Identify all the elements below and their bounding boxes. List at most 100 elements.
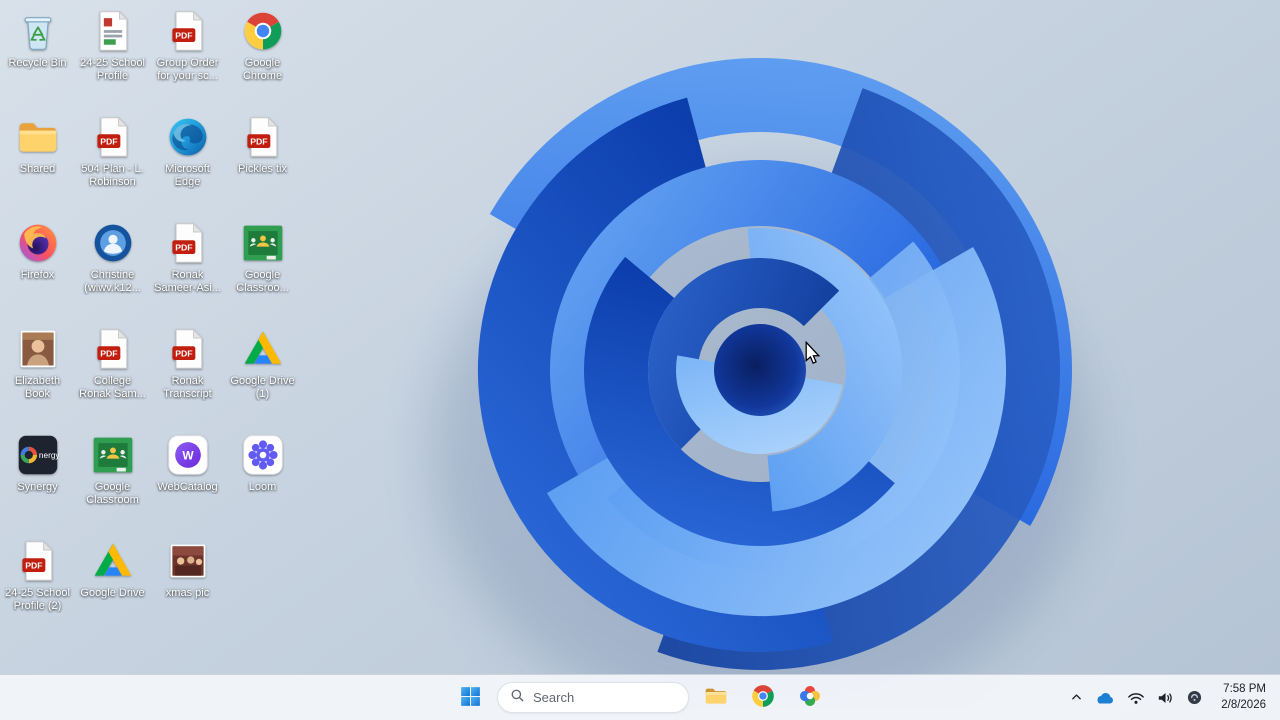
document-preview-icon: [90, 8, 136, 54]
tray-icons-container: [1065, 685, 1207, 710]
chrome-profile-icon: [90, 220, 136, 266]
desktop-icon-label: Elizabeth Book: [14, 375, 61, 401]
folder-icon: [15, 114, 61, 160]
desktop-icon-microsoft-edge[interactable]: Microsoft Edge: [150, 112, 225, 218]
desktop-icon-label: 504 Plan - L. Robinson: [81, 163, 144, 189]
desktop-icon-label: Google Drive (1): [230, 375, 295, 401]
desktop-icon-label: 24-25 School Profile: [80, 57, 145, 83]
pdf-icon: PDF: [240, 114, 286, 160]
desktop-icon-webcatalog[interactable]: W WebCatalog: [150, 430, 225, 536]
google-classroom-icon: [240, 220, 286, 266]
desktop-icon-pickles-tix[interactable]: PDF Pickles tix: [225, 112, 300, 218]
search-icon: [510, 688, 525, 708]
mouse-cursor: [804, 340, 821, 370]
clock-time: 7:58 PM: [1223, 682, 1266, 695]
desktop-icon-google-chrome[interactable]: Google Chrome: [225, 6, 300, 112]
volume-icon[interactable]: [1152, 686, 1180, 710]
desktop-icon-label: Loom: [248, 481, 277, 493]
svg-text:W: W: [182, 449, 194, 463]
photos-taskbar-button[interactable]: [790, 678, 830, 718]
desktop-icon-google-drive-1[interactable]: Google Drive (1): [225, 324, 300, 430]
app-indicator-icon[interactable]: [1182, 685, 1207, 710]
desktop-icon-google-classroo[interactable]: Google Classroo...: [225, 218, 300, 324]
pdf-icon: PDF: [165, 8, 211, 54]
desktop-icon-label: Synergy: [17, 481, 58, 493]
taskbar: 7:58 PM 2/8/2026: [0, 674, 1280, 720]
taskbar-clock[interactable]: 7:58 PM 2/8/2026: [1215, 679, 1272, 716]
desktop-icon-label: Google Classroo...: [236, 269, 289, 295]
svg-text:PDF: PDF: [175, 30, 192, 40]
pdf-icon: PDF: [165, 326, 211, 372]
desktop-icon-504-plan-l-robinson[interactable]: PDF 504 Plan - L. Robinson: [75, 112, 150, 218]
desktop-icon-24-25-school-profile[interactable]: 24-25 School Profile: [75, 6, 150, 112]
recycle-bin-icon: [15, 8, 61, 54]
desktop-icon-label: College Ronak Sam...: [79, 375, 146, 401]
system-tray: 7:58 PM 2/8/2026: [1065, 675, 1272, 720]
desktop-icon-synergy[interactable]: nergy Synergy: [0, 430, 75, 536]
chevron-up-icon[interactable]: [1065, 686, 1088, 709]
wallpaper-bloom: [330, 30, 1150, 720]
synergy-icon: nergy: [15, 432, 61, 478]
desktop-icon-google-drive[interactable]: Google Drive: [75, 536, 150, 642]
desktop-icon-label: Firefox: [20, 269, 55, 281]
svg-text:PDF: PDF: [175, 242, 192, 252]
desktop-icon-google-classroom[interactable]: Google Classroom: [75, 430, 150, 536]
desktop-icon-label: Google Classroom: [86, 481, 139, 507]
desktop-icon-label: Shared: [19, 163, 56, 175]
pdf-icon: PDF: [15, 538, 61, 584]
wifi-icon[interactable]: [1122, 686, 1150, 710]
webcatalog-icon: W: [165, 432, 211, 478]
google-drive-icon: [90, 538, 136, 584]
desktop-icon-24-25-school-profile-2[interactable]: PDF 24-25 School Profile (2): [0, 536, 75, 642]
desktop-icon-label: 24-25 School Profile (2): [5, 587, 70, 613]
desktop-icon-shared[interactable]: Shared: [0, 112, 75, 218]
loom-icon: [240, 432, 286, 478]
desktop-icon-ronak-sameer-asi[interactable]: PDF Ronak Sameer-Asi...: [150, 218, 225, 324]
desktop-icon-label: Recycle Bin: [8, 57, 67, 69]
svg-text:PDF: PDF: [100, 348, 117, 358]
photo-portrait-icon: [15, 326, 61, 372]
desktop-icon-label: Pickles tix: [238, 163, 287, 175]
desktop-icon-loom[interactable]: Loom: [225, 430, 300, 536]
windows-logo-icon: [458, 684, 483, 712]
google-chrome-icon: [750, 683, 776, 712]
desktop-icon-group-order-for-your-sc[interactable]: PDF Group Order for your sc...: [150, 6, 225, 112]
onedrive-icon[interactable]: [1090, 686, 1120, 710]
desktop-icon-ronak-transcript[interactable]: PDF Ronak Transcript: [150, 324, 225, 430]
pdf-icon: PDF: [90, 114, 136, 160]
photo-group-icon: [165, 538, 211, 584]
pdf-icon: PDF: [165, 220, 211, 266]
clock-date: 2/8/2026: [1221, 698, 1266, 711]
svg-text:PDF: PDF: [100, 136, 117, 146]
file-explorer-icon: [703, 683, 729, 712]
desktop-icon-xmas-pic[interactable]: xmas pic: [150, 536, 225, 642]
svg-text:PDF: PDF: [250, 136, 267, 146]
firefox-icon: [15, 220, 61, 266]
google-chrome-icon: [240, 8, 286, 54]
desktop[interactable]: { "desktop": { "wallpaper": "windows-11-…: [0, 0, 1280, 720]
search-input[interactable]: [533, 690, 676, 705]
desktop-icon-label: Microsoft Edge: [165, 163, 210, 189]
desktop-icon-label: WebCatalog: [157, 481, 218, 493]
taskbar-search[interactable]: [497, 682, 689, 713]
pdf-icon: PDF: [90, 326, 136, 372]
desktop-icon-firefox[interactable]: Firefox: [0, 218, 75, 324]
file-explorer-taskbar-button[interactable]: [696, 678, 736, 718]
desktop-icon-college-ronak-sam[interactable]: PDF College Ronak Sam...: [75, 324, 150, 430]
desktop-icon-recycle-bin[interactable]: Recycle Bin: [0, 6, 75, 112]
desktop-icon-label: Google Drive: [80, 587, 145, 599]
desktop-icon-label: Google Chrome: [242, 57, 283, 83]
svg-text:nergy: nergy: [38, 451, 59, 460]
desktop-icon-grid: Recycle Bin Shared Firefox Elizabeth Book ne…: [0, 6, 300, 642]
desktop-icon-label: xmas pic: [165, 587, 210, 599]
desktop-icon-elizabeth-book[interactable]: Elizabeth Book: [0, 324, 75, 430]
desktop-icon-christine-wlwv-k12[interactable]: Christine (wlwv.k12...: [75, 218, 150, 324]
desktop-icon-label: Christine (wlwv.k12...: [84, 269, 141, 295]
google-chrome-taskbar-button[interactable]: [743, 678, 783, 718]
google-classroom-icon: [90, 432, 136, 478]
start-button[interactable]: [450, 678, 490, 718]
google-drive-icon: [240, 326, 286, 372]
microsoft-edge-icon: [165, 114, 211, 160]
photos-icon: [797, 683, 823, 712]
desktop-icon-label: Ronak Sameer-Asi...: [154, 269, 221, 295]
